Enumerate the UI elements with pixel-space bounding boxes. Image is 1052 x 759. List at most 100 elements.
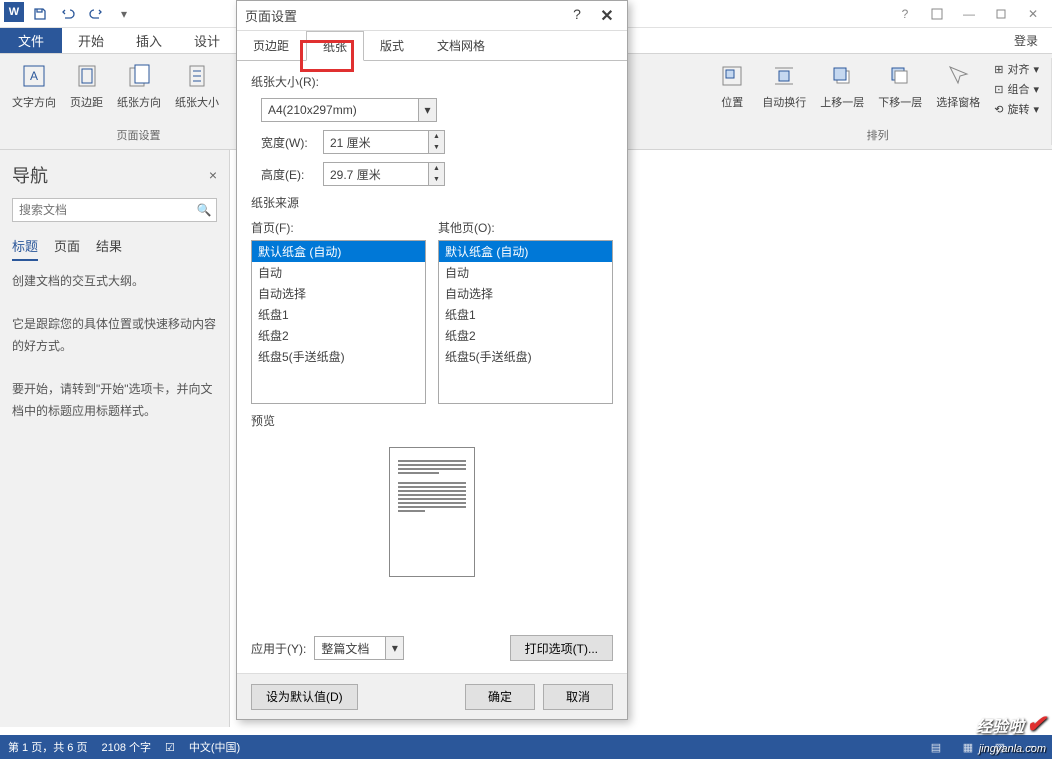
dialog-help-button[interactable]: ? [565,6,589,26]
page-indicator[interactable]: 第 1 页，共 6 页 [8,739,87,755]
text-direction-button[interactable]: A 文字方向 [6,58,62,112]
minimize-button[interactable]: — [954,2,984,26]
tab-margins[interactable]: 页边距 [237,31,306,60]
window-controls: ? — ✕ [890,2,1048,26]
first-page-listbox[interactable]: 默认纸盒 (自动) 自动 自动选择 纸盘1 纸盘2 纸盘5(手送纸盘) [251,240,426,404]
dialog-titlebar[interactable]: 页面设置 ? ✕ [237,1,627,31]
list-item[interactable]: 纸盘2 [439,325,612,346]
svg-text:A: A [30,69,38,83]
height-spinner[interactable]: 29.7 厘米 ▲▼ [323,162,445,186]
rotate-icon: ⟲ [994,103,1003,116]
tab-layout[interactable]: 版式 [364,31,421,60]
proofing-icon[interactable]: ☑ [165,741,175,754]
group-button[interactable]: ⊡ 组合 ▾ [992,80,1041,98]
file-tab[interactable]: 文件 [0,28,62,53]
list-item[interactable]: 默认纸盒 (自动) [439,241,612,262]
margins-button[interactable]: 页边距 [64,58,109,112]
align-icon: ⊞ [994,63,1003,76]
preview-label: 预览 [251,412,613,429]
search-input[interactable] [13,199,192,221]
width-label: 宽度(W): [261,134,315,151]
help-button[interactable]: ? [890,2,920,26]
tab-insert[interactable]: 插入 [120,28,178,53]
size-button[interactable]: 纸张大小 [169,58,225,112]
align-button[interactable]: ⊞ 对齐 ▾ [992,60,1041,78]
other-pages-listbox[interactable]: 默认纸盒 (自动) 自动 自动选择 纸盘1 纸盘2 纸盘5(手送纸盘) [438,240,613,404]
other-pages-label: 其他页(O): [438,219,613,236]
close-button[interactable]: ✕ [1018,2,1048,26]
position-button[interactable]: 位置 [710,58,754,112]
language-indicator[interactable]: 中文(中国) [189,739,240,755]
chevron-down-icon[interactable]: ▾ [385,637,403,659]
nav-search: 🔍 [12,198,217,222]
nav-close-button[interactable]: × [209,167,217,183]
nav-tab-results[interactable]: 结果 [96,232,122,261]
tab-home[interactable]: 开始 [62,28,120,53]
nav-title: 导航 [12,162,48,188]
bring-forward-button[interactable]: 上移一层 [814,58,870,112]
orientation-button[interactable]: 纸张方向 [111,58,167,112]
list-item[interactable]: 纸盘1 [252,304,425,325]
send-backward-button[interactable]: 下移一层 [872,58,928,112]
navigation-pane: 导航 × 🔍 标题 页面 结果 创建文档的交互式大纲。 它是跟踪您的具体位置或快… [0,150,230,727]
nav-tab-pages[interactable]: 页面 [54,232,80,261]
wrap-text-button[interactable]: 自动换行 [756,58,812,112]
nav-body: 创建文档的交互式大纲。 它是跟踪您的具体位置或快速移动内容的好方式。 要开始，请… [12,271,217,422]
apply-to-combo[interactable]: 整篇文档 ▾ [314,636,404,660]
watermark: 经验啦 ✔ [976,710,1046,739]
chevron-down-icon[interactable]: ▾ [418,99,436,121]
ok-button[interactable]: 确定 [465,684,535,710]
list-item[interactable]: 纸盘5(手送纸盘) [252,346,425,367]
source-label: 纸张来源 [251,194,613,211]
first-page-label: 首页(F): [251,219,426,236]
maximize-button[interactable] [986,2,1016,26]
tab-doc-grid[interactable]: 文档网格 [421,31,502,60]
list-item[interactable]: 自动选择 [252,283,425,304]
check-icon: ✔ [1026,710,1046,739]
spin-up[interactable]: ▲ [429,163,444,174]
list-item[interactable]: 自动 [252,262,425,283]
spin-down[interactable]: ▼ [429,142,444,153]
list-item[interactable]: 纸盘1 [439,304,612,325]
group-caption: 页面设置 [117,125,161,145]
ribbon-options-button[interactable] [922,2,952,26]
height-label: 高度(E): [261,166,315,183]
print-layout-button[interactable]: ▦ [956,737,980,757]
cancel-button[interactable]: 取消 [543,684,613,710]
read-mode-button[interactable]: ▤ [924,737,948,757]
width-spinner[interactable]: 21 厘米 ▲▼ [323,130,445,154]
word-count[interactable]: 2108 个字 [101,739,151,755]
spin-up[interactable]: ▲ [429,131,444,142]
login-link[interactable]: 登录 [1000,28,1052,53]
group-icon: ⊡ [994,83,1003,96]
preview-page [389,447,475,577]
dialog-footer: 设为默认值(D) 确定 取消 [237,673,627,719]
list-item[interactable]: 纸盘2 [252,325,425,346]
quick-access-toolbar: W ▾ [4,2,136,26]
qat-dropdown[interactable]: ▾ [112,2,136,26]
dialog-tabs: 页边距 纸张 版式 文档网格 [237,31,627,61]
selection-pane-button[interactable]: 选择窗格 [930,58,986,112]
list-item[interactable]: 自动选择 [439,283,612,304]
statusbar: 第 1 页，共 6 页 2108 个字 ☑ 中文(中国) ▤ ▦ ▧ − [0,735,1052,759]
list-item[interactable]: 自动 [439,262,612,283]
undo-button[interactable] [56,2,80,26]
tab-paper[interactable]: 纸张 [306,31,364,61]
apply-to-label: 应用于(Y): [251,640,306,657]
tab-design[interactable]: 设计 [178,28,236,53]
spin-down[interactable]: ▼ [429,174,444,185]
paper-size-combo[interactable]: A4(210x297mm) ▾ [261,98,437,122]
list-item[interactable]: 默认纸盒 (自动) [252,241,425,262]
print-options-button[interactable]: 打印选项(T)... [510,635,613,661]
redo-button[interactable] [84,2,108,26]
word-icon: W [4,2,24,22]
search-icon[interactable]: 🔍 [192,199,216,221]
dialog-close-button[interactable]: ✕ [595,6,619,26]
ribbon-group-arrange: 位置 自动换行 上移一层 下移一层 选择窗格 ⊞ 对齐 ▾ ⊡ 组合 ▾ ⟲ [704,58,1052,145]
page-setup-dialog: 页面设置 ? ✕ 页边距 纸张 版式 文档网格 纸张大小(R): A4(210x… [236,0,628,720]
nav-tab-headings[interactable]: 标题 [12,232,38,261]
save-button[interactable] [28,2,52,26]
list-item[interactable]: 纸盘5(手送纸盘) [439,346,612,367]
set-default-button[interactable]: 设为默认值(D) [251,684,358,710]
rotate-button[interactable]: ⟲ 旋转 ▾ [992,100,1041,118]
